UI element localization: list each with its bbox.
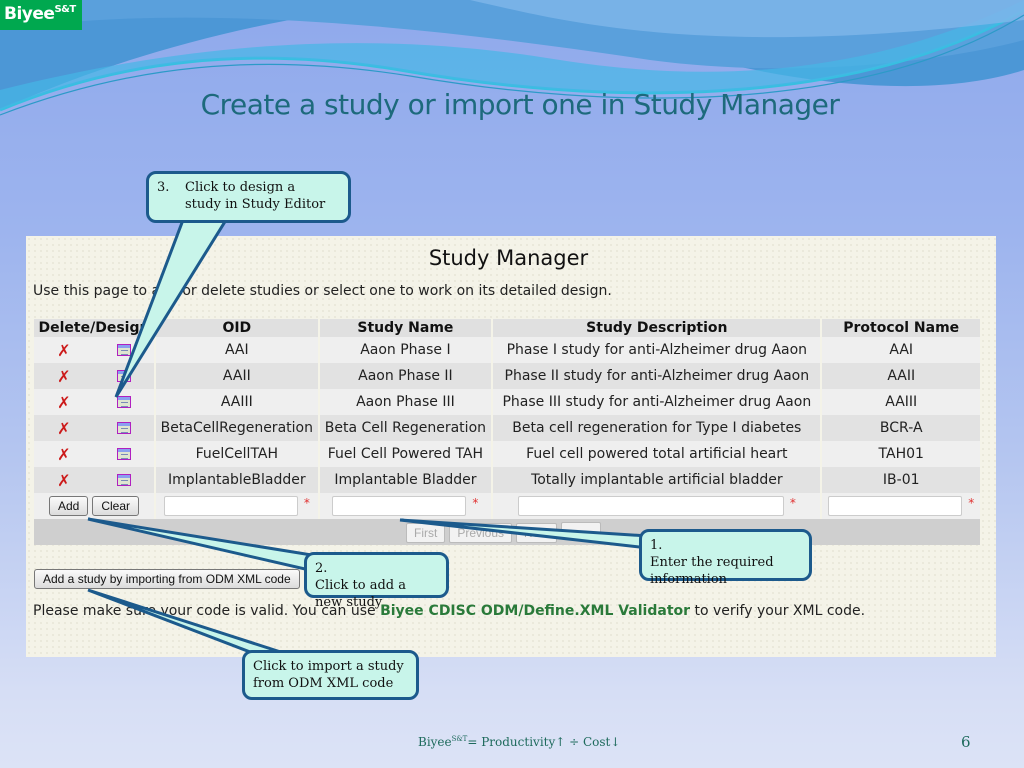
cell-protocol-name: AAI: [821, 337, 982, 363]
design-study-icon[interactable]: [116, 474, 131, 486]
cell-oid: AAII: [155, 363, 320, 389]
cell-study-description: Phase III study for anti-Alzheimer drug …: [492, 389, 823, 415]
design-study-icon[interactable]: [116, 344, 131, 356]
cell-oid: BetaCellRegeneration: [155, 415, 320, 441]
required-marker: *: [472, 496, 479, 510]
design-study-icon[interactable]: [116, 370, 131, 382]
cell-oid: AAI: [155, 337, 320, 363]
col-protocol-name: Protocol Name: [821, 319, 982, 337]
cell-study-name: Fuel Cell Powered TAH: [318, 441, 494, 467]
slide-title: Create a study or import one in Study Ma…: [200, 88, 840, 121]
cell-oid: FuelCellTAH: [155, 441, 320, 467]
oid-input[interactable]: [163, 496, 298, 516]
cell-study-description: Fuel cell powered total artificial heart: [492, 441, 823, 467]
study-manager-title: Study Manager: [428, 246, 589, 270]
callout-enter-info: 1. Enter the required information: [639, 529, 812, 587]
table-row: ✗ AAII Aaon Phase II Phase II study for …: [34, 363, 982, 389]
page-number: 6: [961, 733, 971, 751]
required-marker: *: [789, 496, 796, 510]
cell-study-name: Aaon Phase I: [318, 337, 494, 363]
callout-text: Enter the required information: [650, 555, 774, 587]
callout-design-study: 3. Click to design a study in Study Edito…: [146, 171, 351, 223]
table-row: ✗ AAI Aaon Phase I Phase I study for ant…: [34, 337, 982, 363]
pager-row: First Previous Next: [34, 519, 982, 545]
validation-note: Please make sure your code is valid. You…: [33, 603, 865, 619]
import-odm-xml-button[interactable]: Add a study by importing from ODM XML co…: [34, 569, 300, 589]
required-marker: *: [303, 496, 310, 510]
cell-study-description: Beta cell regeneration for Type I diabet…: [492, 415, 823, 441]
callout-import-study: Click to import a study from ODM XML cod…: [242, 650, 419, 700]
cell-protocol-name: IB-01: [821, 467, 982, 493]
logo-superscript: S&T: [54, 4, 76, 15]
table-row: ✗ ImplantableBladder Implantable Bladder…: [34, 467, 982, 493]
previous-page-button[interactable]: Previous: [449, 522, 513, 543]
delete-x-icon[interactable]: ✗: [57, 393, 70, 412]
cell-protocol-name: TAH01: [821, 441, 982, 467]
last-page-button[interactable]: [560, 521, 601, 540]
first-page-button[interactable]: First: [406, 522, 446, 543]
col-study-name: Study Name: [318, 319, 494, 337]
cell-study-name: Aaon Phase III: [318, 389, 494, 415]
cell-protocol-name: BCR-A: [821, 415, 982, 441]
col-oid: OID: [155, 319, 320, 337]
note-suffix: to verify your XML code.: [690, 603, 866, 619]
validator-link[interactable]: Biyee CDISC ODM/Define.XML Validator: [380, 603, 690, 619]
cell-study-name: Beta Cell Regeneration: [318, 415, 494, 441]
study-manager-panel: Study Manager Use this page to add or de…: [26, 236, 996, 657]
cell-oid: ImplantableBladder: [155, 467, 320, 493]
callout-add-study: 2. Click to add a new study: [304, 552, 449, 610]
footer-superscript: S&T: [451, 735, 468, 743]
intro-text: Use this page to add or delete studies o…: [33, 283, 612, 299]
callout-text: Click to import a study from ODM XML cod…: [253, 659, 404, 691]
design-study-icon[interactable]: [116, 448, 131, 460]
col-study-description: Study Description: [492, 319, 823, 337]
logo-text: Biyee: [4, 4, 55, 24]
delete-x-icon[interactable]: ✗: [57, 367, 70, 386]
table-header-row: Delete/Design OID Study Name Study Descr…: [34, 319, 982, 337]
cell-study-description: Phase I study for anti-Alzheimer drug Aa…: [492, 337, 823, 363]
study-name-input[interactable]: [332, 496, 467, 516]
studies-table: Delete/Design OID Study Name Study Descr…: [34, 319, 982, 545]
cell-oid: AAIII: [155, 389, 320, 415]
protocol-name-input[interactable]: [828, 496, 963, 516]
callout-text: Click to add a new study: [315, 578, 407, 610]
callout-number: 1.: [650, 538, 663, 553]
table-row: ✗ AAIII Aaon Phase III Phase III study f…: [34, 389, 982, 415]
footer-brand: Biyee: [418, 735, 452, 749]
cell-study-name: Implantable Bladder: [318, 467, 494, 493]
required-marker: *: [968, 496, 975, 510]
footer-tagline: BiyeeS&T= Productivity↑ ÷ Cost↓: [418, 735, 620, 749]
delete-x-icon[interactable]: ✗: [57, 419, 70, 438]
cell-protocol-name: AAII: [821, 363, 982, 389]
callout-number: 3.: [157, 180, 170, 195]
design-study-icon[interactable]: [116, 396, 131, 408]
col-delete-design: Delete/Design: [34, 319, 156, 337]
cell-protocol-name: AAIII: [821, 389, 982, 415]
study-description-input[interactable]: [517, 496, 784, 516]
cell-study-description: Totally implantable artificial bladder: [492, 467, 823, 493]
clear-button[interactable]: Clear: [92, 496, 140, 516]
next-page-button[interactable]: Next: [516, 522, 557, 543]
cell-study-name: Aaon Phase II: [318, 363, 494, 389]
cell-study-description: Phase II study for anti-Alzheimer drug A…: [492, 363, 823, 389]
callout-number: 2.: [315, 561, 328, 576]
add-button[interactable]: Add: [48, 496, 89, 516]
callout-text: Click to design a study in Study Editor: [185, 180, 326, 212]
delete-x-icon[interactable]: ✗: [57, 471, 70, 490]
delete-x-icon[interactable]: ✗: [57, 445, 70, 464]
biyee-logo: BiyeeS&T: [0, 0, 82, 30]
delete-x-icon[interactable]: ✗: [57, 341, 70, 360]
table-row: ✗ BetaCellRegeneration Beta Cell Regener…: [34, 415, 982, 441]
design-study-icon[interactable]: [116, 422, 131, 434]
table-row: ✗ FuelCellTAH Fuel Cell Powered TAH Fuel…: [34, 441, 982, 467]
add-study-row: Add Clear * * * *: [34, 493, 982, 519]
footer-formula: = Productivity↑ ÷ Cost↓: [467, 735, 621, 749]
